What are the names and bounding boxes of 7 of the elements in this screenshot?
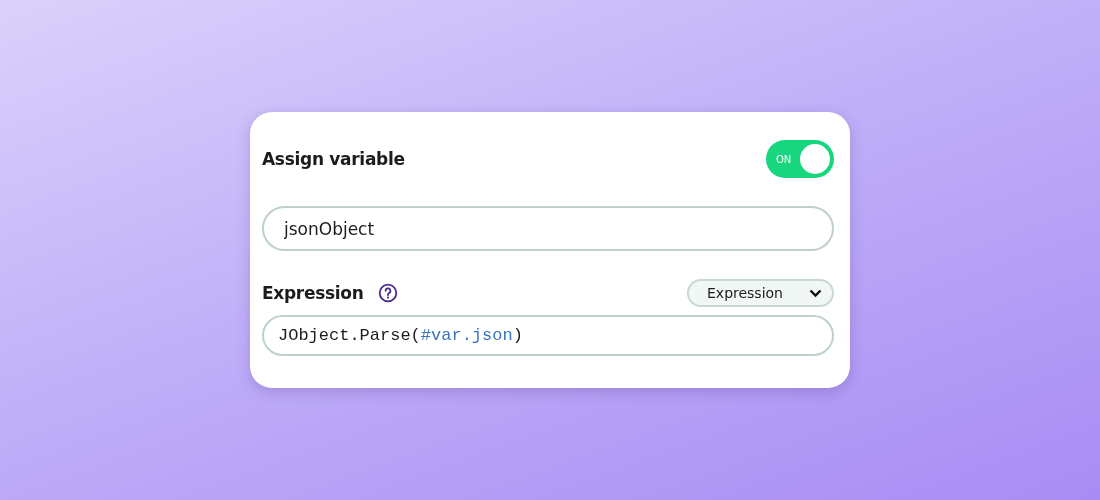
mode-dropdown[interactable]: Expression	[687, 279, 834, 307]
chevron-down-icon	[809, 288, 822, 298]
variable-name-field[interactable]: jsonObject	[262, 206, 834, 251]
section-title: Assign variable	[262, 149, 405, 169]
expression-field[interactable]: JObject.Parse(#var.json)	[262, 315, 834, 356]
expression-label: Expression	[262, 283, 364, 303]
help-icon[interactable]	[377, 283, 398, 303]
